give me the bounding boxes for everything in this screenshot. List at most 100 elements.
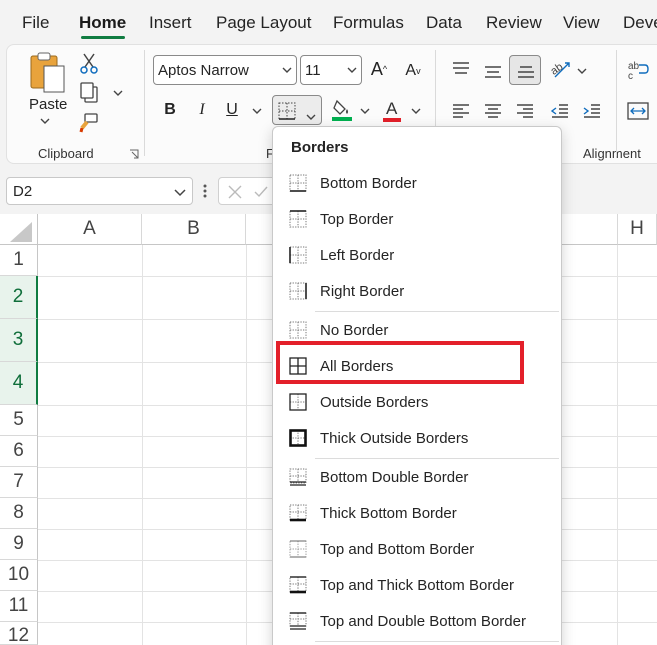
font-size-dropdown[interactable]: 11 — [300, 55, 362, 85]
increase-indent-icon[interactable] — [580, 100, 604, 122]
menu-item-top-and-double-bottom-border[interactable]: Top and Double Bottom Border — [277, 604, 559, 638]
gridline — [617, 245, 618, 645]
borders-menu-title: Borders — [291, 139, 349, 156]
align-center-icon[interactable] — [481, 100, 505, 122]
menu-item-thick-outside-borders[interactable]: Thick Outside Borders — [277, 421, 559, 455]
row-header-11[interactable]: 11 — [0, 591, 38, 622]
row-header-4[interactable]: 4 — [0, 362, 38, 405]
tab-file[interactable]: File — [22, 13, 49, 33]
gridline — [246, 245, 247, 645]
row-header-6[interactable]: 6 — [0, 436, 38, 467]
tab-view[interactable]: View — [563, 13, 600, 33]
orientation-icon[interactable]: ab — [548, 56, 574, 82]
ribbon-divider — [616, 50, 617, 156]
font-name-dropdown[interactable]: Aptos Narrow — [153, 55, 297, 85]
tab-insert[interactable]: Insert — [149, 13, 192, 33]
menu-separator — [315, 458, 559, 459]
top-align-icon[interactable] — [449, 58, 473, 80]
ribbon-tab-bar: File Home Insert Page Layout Formulas Da… — [0, 0, 657, 42]
decrease-indent-icon[interactable] — [548, 100, 572, 122]
clipboard-group-label: Clipboard — [38, 146, 94, 161]
tab-home[interactable]: Home — [79, 13, 126, 33]
menu-item-left-border[interactable]: Left Border — [277, 238, 559, 272]
menu-item-right-border[interactable]: Right Border — [277, 274, 559, 308]
thick-bottom-border-icon — [289, 504, 307, 522]
increase-font-size-icon[interactable]: A ^ — [367, 56, 391, 82]
merge-center-icon[interactable] — [626, 100, 650, 122]
tab-formulas[interactable]: Formulas — [333, 13, 404, 33]
menu-item-label: Top and Thick Bottom Border — [320, 577, 514, 594]
font-color-chevron-down-icon[interactable] — [410, 106, 422, 116]
tab-data[interactable]: Data — [426, 13, 462, 33]
clipboard-launcher-icon[interactable] — [128, 148, 140, 160]
italic-button[interactable]: I — [192, 98, 212, 122]
active-tab-indicator — [81, 36, 125, 39]
tab-review[interactable]: Review — [486, 13, 542, 33]
row-header-8[interactable]: 8 — [0, 498, 38, 529]
menu-item-label: Left Border — [320, 247, 395, 264]
decrease-font-size-icon[interactable]: Av — [401, 58, 425, 84]
row-header-12[interactable]: 12 — [0, 622, 38, 645]
cut-icon[interactable] — [78, 52, 100, 74]
cancel-icon[interactable] — [227, 184, 243, 205]
align-right-icon[interactable] — [513, 100, 537, 122]
menu-item-top-and-bottom-border[interactable]: Top and Bottom Border — [277, 532, 559, 566]
alignment-group-label: Alignment — [583, 146, 641, 161]
copy-chevron-down-icon[interactable] — [112, 88, 124, 98]
ribbon-divider — [144, 50, 145, 156]
paste-icon[interactable] — [28, 50, 68, 96]
row-header-3[interactable]: 3 — [0, 319, 38, 362]
tab-developer[interactable]: Deve — [623, 13, 657, 33]
copy-icon[interactable] — [78, 82, 100, 104]
row-header-5[interactable]: 5 — [0, 405, 38, 436]
outside-borders-icon — [289, 393, 307, 411]
font-color-icon[interactable]: A — [380, 96, 404, 124]
menu-item-top-and-thick-bottom-border[interactable]: Top and Thick Bottom Border — [277, 568, 559, 602]
font-size-value: 11 — [305, 61, 321, 79]
paste-label[interactable]: Paste — [29, 96, 67, 113]
enter-check-icon[interactable] — [253, 184, 269, 205]
name-box[interactable]: D2 — [6, 177, 193, 205]
menu-item-bottom-double-border[interactable]: Bottom Double Border — [277, 460, 559, 494]
fill-color-chevron-down-icon[interactable] — [359, 106, 371, 116]
right-border-icon — [289, 282, 307, 300]
row-header-1[interactable]: 1 — [0, 245, 38, 276]
menu-item-top-border[interactable]: Top Border — [277, 202, 559, 236]
menu-item-bottom-border[interactable]: Bottom Border — [277, 166, 559, 200]
underline-chevron-down-icon[interactable] — [251, 106, 263, 116]
column-header-a[interactable]: A — [38, 214, 142, 245]
column-header-h[interactable]: H — [617, 214, 657, 245]
menu-item-thick-bottom-border[interactable]: Thick Bottom Border — [277, 496, 559, 530]
top-and-thick-bottom-border-icon — [289, 576, 307, 594]
select-all-corner[interactable] — [0, 214, 38, 245]
row-header-2[interactable]: 2 — [0, 276, 38, 319]
fill-color-icon[interactable] — [330, 97, 356, 123]
orientation-chevron-down-icon[interactable] — [576, 66, 588, 76]
chevron-down-icon — [282, 60, 292, 84]
svg-text:c: c — [628, 71, 633, 81]
row-header-10[interactable]: 10 — [0, 560, 38, 591]
align-left-icon[interactable] — [449, 100, 473, 122]
bold-button[interactable]: B — [160, 98, 180, 122]
column-header-b[interactable]: B — [142, 214, 246, 245]
top-border-icon — [289, 210, 307, 228]
bottom-align-button[interactable] — [509, 55, 541, 85]
menu-item-outside-borders[interactable]: Outside Borders — [277, 385, 559, 419]
menu-item-label: Thick Bottom Border — [320, 505, 457, 522]
chevron-down-icon — [174, 182, 186, 206]
row-header-9[interactable]: 9 — [0, 529, 38, 560]
format-painter-icon[interactable] — [78, 112, 100, 134]
bottom-double-border-icon — [289, 468, 307, 486]
bottom-border-icon — [289, 174, 307, 192]
more-options-icon[interactable] — [203, 183, 207, 199]
middle-align-icon[interactable] — [481, 60, 505, 82]
menu-item-label: Top and Bottom Border — [320, 541, 475, 558]
tab-page-layout[interactable]: Page Layout — [216, 13, 311, 33]
borders-button[interactable] — [272, 95, 322, 125]
menu-item-label: Top Border — [320, 211, 394, 228]
borders-menu: Borders Bottom Border Top Border Left Bo… — [272, 126, 562, 645]
underline-button[interactable]: U — [222, 98, 242, 122]
row-header-7[interactable]: 7 — [0, 467, 38, 498]
paste-chevron-down-icon[interactable] — [38, 116, 52, 126]
wrap-text-icon[interactable]: ab c — [626, 58, 650, 82]
